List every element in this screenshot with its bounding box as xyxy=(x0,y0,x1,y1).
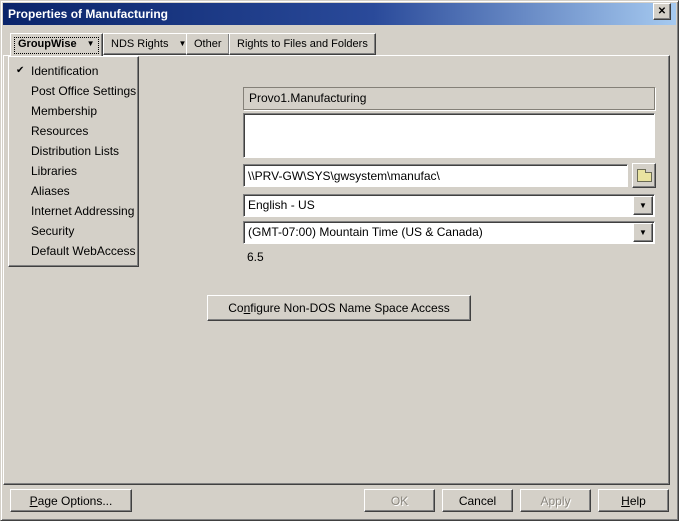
window-title: Properties of Manufacturing xyxy=(8,7,169,21)
timezone-value: (GMT-07:00) Mountain Time (US & Canada) xyxy=(248,225,483,239)
chevron-down-icon: ▼ xyxy=(639,201,647,210)
tab-nds-rights[interactable]: NDS Rights ▼ xyxy=(103,33,195,55)
cancel-button[interactable]: Cancel xyxy=(442,489,513,512)
menu-item[interactable]: ✔ Aliases xyxy=(9,181,138,201)
titlebar: Properties of Manufacturing xyxy=(3,3,676,25)
chevron-down-icon: ▼ xyxy=(639,228,647,237)
dropdown-arrow-button[interactable]: ▼ xyxy=(633,223,653,242)
page-options-button[interactable]: Page Options... xyxy=(10,489,132,512)
description-field[interactable] xyxy=(243,113,655,158)
close-button[interactable]: ✕ xyxy=(653,3,671,20)
menu-item-label: Identification xyxy=(31,64,99,78)
tab-groupwise[interactable]: GroupWise ▼ xyxy=(10,33,103,57)
language-select[interactable]: English - US ▼ xyxy=(243,194,655,217)
menu-item[interactable]: ✔ Libraries xyxy=(9,161,138,181)
tab-groupwise-label: GroupWise xyxy=(18,38,77,50)
menu-item-label: Membership xyxy=(31,104,98,118)
configure-non-dos-button[interactable]: Co n figure Non-DOS Name Space Access xyxy=(207,295,471,321)
tab-other-label: Other xyxy=(194,38,222,50)
menu-item-label: Distribution Lists xyxy=(31,144,120,158)
folder-icon xyxy=(636,169,652,182)
menu-item-label: Post Office Settings xyxy=(31,84,137,98)
dropdown-arrow-button[interactable]: ▼ xyxy=(633,196,653,215)
menu-item[interactable]: ✔ Resources xyxy=(9,121,138,141)
apply-button[interactable]: Apply xyxy=(520,489,591,512)
menu-item[interactable]: ✔ Membership xyxy=(9,101,138,121)
tab-rights-to-files-and-folders[interactable]: Rights to Files and Folders xyxy=(229,33,376,55)
menu-item-label: Libraries xyxy=(31,164,78,178)
menu-item-label: Internet Addressing xyxy=(31,204,135,218)
close-icon: ✕ xyxy=(657,5,667,17)
menu-item[interactable]: ✔ Post Office Settings xyxy=(9,81,138,101)
menu-item-label: Aliases xyxy=(31,184,70,198)
menu-item[interactable]: ✔ Internet Addressing xyxy=(9,201,138,221)
timezone-select[interactable]: (GMT-07:00) Mountain Time (US & Canada) … xyxy=(243,221,655,244)
tab-other[interactable]: Other xyxy=(186,33,230,55)
groupwise-pages-menu: ✔ Identification ✔ Post Office Settings … xyxy=(8,56,139,267)
check-icon: ✔ xyxy=(16,65,25,76)
help-button[interactable]: Help xyxy=(598,489,669,512)
tab-nds-rights-label: NDS Rights xyxy=(111,38,169,50)
menu-item[interactable]: ✔ Identification xyxy=(9,61,138,81)
post-office-name-field: Provo1.Manufacturing xyxy=(243,87,655,110)
browse-folder-button[interactable] xyxy=(632,163,656,188)
language-value: English - US xyxy=(248,198,315,212)
software-version-label: 6.5 xyxy=(247,250,264,264)
unc-path-input[interactable] xyxy=(243,164,628,187)
menu-item-label: Default WebAccess xyxy=(31,244,136,258)
menu-item-label: Resources xyxy=(31,124,89,138)
menu-item[interactable]: ✔ Security xyxy=(9,221,138,241)
menu-item[interactable]: ✔ Distribution Lists xyxy=(9,141,138,161)
menu-item[interactable]: ✔ Default WebAccess xyxy=(9,241,138,261)
chevron-down-icon: ▼ xyxy=(86,39,95,48)
menu-item-label: Security xyxy=(31,224,75,238)
tab-rights-label: Rights to Files and Folders xyxy=(237,38,368,50)
ok-button[interactable]: OK xyxy=(364,489,435,512)
